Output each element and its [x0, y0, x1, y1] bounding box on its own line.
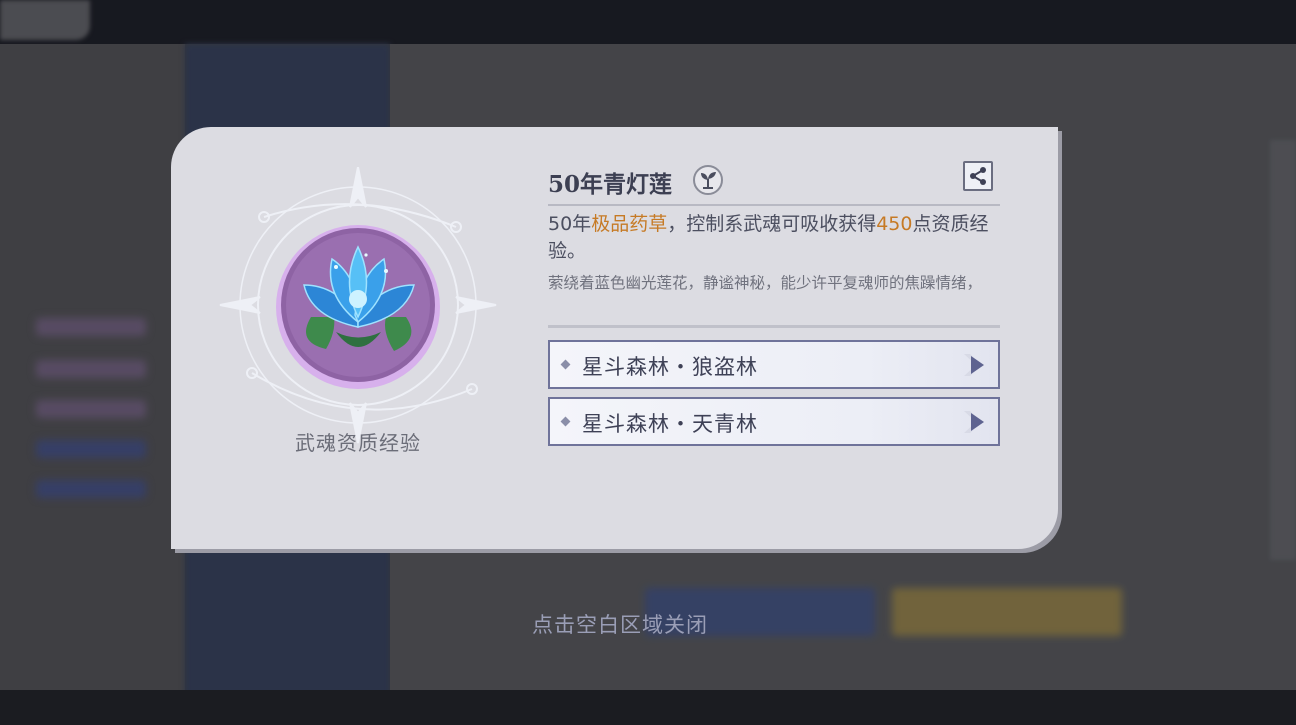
item-type-caption: 武魂资质经验: [295, 431, 421, 455]
play-arrow-icon: [964, 411, 984, 433]
quality-highlight: 极品药草: [591, 213, 668, 235]
item-name: 50年青灯莲: [548, 171, 673, 198]
share-button[interactable]: [963, 161, 993, 191]
close-hint: 点击空白区域关闭: [532, 613, 708, 637]
location-button-2[interactable]: 星斗森林・天青林: [548, 397, 1000, 446]
item-description: 50年极品药草，控制系武魂可吸收获得450点资质经验。: [548, 213, 989, 262]
header-divider: [548, 204, 1000, 206]
content-divider: [548, 325, 1000, 328]
diamond-bullet-icon: [560, 416, 571, 427]
exp-value-highlight: 450: [876, 213, 913, 235]
blue-lotus-icon: [219, 166, 497, 444]
item-emblem: [216, 166, 501, 452]
diamond-bullet-icon: [560, 359, 571, 370]
item-flavor-text: 萦绕着蓝色幽光莲花，静谧神秘，能少许平复魂师的焦躁情绪，: [548, 274, 983, 292]
item-header: 50年青灯莲: [548, 161, 1000, 203]
location-label: 星斗森林・天青林: [582, 412, 758, 436]
share-icon: [970, 167, 986, 185]
location-button-1[interactable]: 星斗森林・狼盗林: [548, 340, 1000, 389]
play-arrow-icon: [964, 354, 984, 376]
item-detail-dialog: 武魂资质经验 50年青灯莲 50年极品药草，控制系武魂可吸收获得450点资质经验…: [171, 127, 1058, 549]
herb-sprout-icon: [693, 165, 723, 195]
location-label: 星斗森林・狼盗林: [582, 355, 758, 379]
